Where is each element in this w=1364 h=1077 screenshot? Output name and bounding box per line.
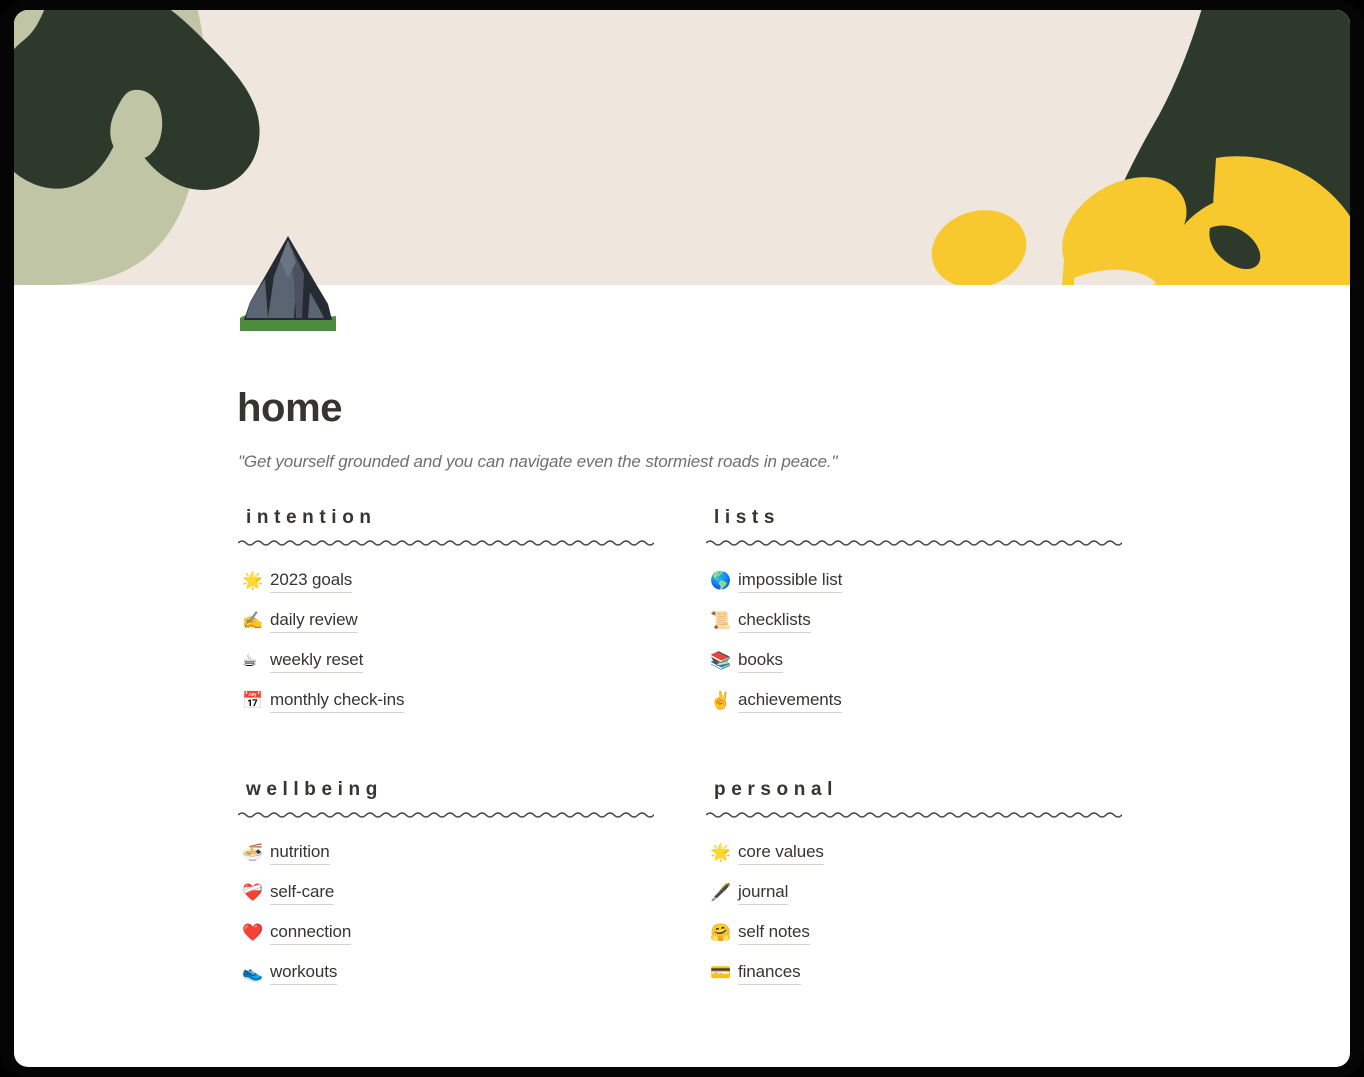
section-heading: wellbeing — [246, 779, 383, 800]
section-heading: lists — [714, 507, 781, 528]
page-link[interactable]: core values — [738, 842, 824, 865]
page-link[interactable]: self-care — [270, 882, 334, 905]
page-title: home — [237, 386, 343, 430]
list-item[interactable]: 🖋️ journal — [706, 873, 1122, 913]
list-item[interactable]: ✍️ daily review — [238, 601, 654, 641]
page-link[interactable]: books — [738, 650, 783, 673]
section-lists: lists 🌎 impossible list 📜 checklists 📚 b… — [706, 507, 1122, 721]
page-link[interactable]: nutrition — [270, 842, 330, 865]
calendar-icon: 📅 — [242, 690, 264, 711]
page-link[interactable]: achievements — [738, 690, 842, 713]
hugging-face-icon: 🤗 — [710, 922, 732, 943]
list-item[interactable]: 📅 monthly check-ins — [238, 681, 654, 721]
section-heading: intention — [246, 507, 377, 528]
page-link[interactable]: finances — [738, 962, 801, 985]
globe-americas-icon: 🌎 — [710, 570, 732, 591]
writing-hand-icon: ✍️ — [242, 610, 264, 631]
credit-card-icon: 💳 — [710, 962, 732, 983]
page-link[interactable]: connection — [270, 922, 351, 945]
list-item[interactable]: 💳 finances — [706, 953, 1122, 993]
window-frame: home "Get yourself grounded and you can … — [0, 0, 1364, 1077]
wavy-divider — [238, 540, 654, 546]
page-link[interactable]: journal — [738, 882, 788, 905]
page-link[interactable]: monthly check-ins — [270, 690, 404, 713]
list-item[interactable]: 🍜 nutrition — [238, 833, 654, 873]
list-item[interactable]: 🌟 2023 goals — [238, 561, 654, 601]
mountain-glyph — [240, 236, 336, 331]
red-heart-icon: ❤️ — [242, 922, 264, 943]
list-item[interactable]: 👟 workouts — [238, 953, 654, 993]
mending-heart-icon: ❤️‍🩹 — [242, 882, 264, 903]
notion-page: home "Get yourself grounded and you can … — [14, 10, 1350, 1067]
page-link[interactable]: checklists — [738, 610, 811, 633]
section-heading: personal — [714, 779, 838, 800]
mountain-icon[interactable] — [238, 232, 338, 332]
list-item[interactable]: ❤️‍🩹 self-care — [238, 873, 654, 913]
page-quote: "Get yourself grounded and you can navig… — [238, 452, 838, 471]
victory-hand-icon: ✌️ — [710, 690, 732, 711]
section-personal: personal 🌟 core values 🖋️ journal 🤗 self… — [706, 779, 1122, 993]
page-link[interactable]: 2023 goals — [270, 570, 352, 593]
books-icon: 📚 — [710, 650, 732, 671]
wavy-divider — [706, 812, 1122, 818]
running-shoe-icon: 👟 — [242, 962, 264, 983]
cover-artwork — [14, 10, 1350, 285]
page-link[interactable]: impossible list — [738, 570, 842, 593]
page-link[interactable]: daily review — [270, 610, 358, 633]
list-item[interactable]: 📚 books — [706, 641, 1122, 681]
list-item[interactable]: 🌟 core values — [706, 833, 1122, 873]
wavy-divider — [706, 540, 1122, 546]
page-cover-image[interactable] — [14, 10, 1350, 285]
list-item[interactable]: ✌️ achievements — [706, 681, 1122, 721]
list-item[interactable]: ☕ weekly reset — [238, 641, 654, 681]
page-link[interactable]: weekly reset — [270, 650, 363, 673]
section-wellbeing: wellbeing 🍜 nutrition ❤️‍🩹 self-care ❤️ … — [238, 779, 654, 993]
wavy-divider — [238, 812, 654, 818]
fountain-pen-icon: 🖋️ — [710, 882, 732, 903]
list-item[interactable]: ❤️ connection — [238, 913, 654, 953]
section-intention: intention 🌟 2023 goals ✍️ daily review ☕… — [238, 507, 654, 721]
page-link[interactable]: workouts — [270, 962, 337, 985]
glowing-star-icon: 🌟 — [710, 842, 732, 863]
list-item[interactable]: 📜 checklists — [706, 601, 1122, 641]
list-item[interactable]: 🌎 impossible list — [706, 561, 1122, 601]
glowing-star-icon: 🌟 — [242, 570, 264, 591]
scroll-icon: 📜 — [710, 610, 732, 631]
steaming-bowl-icon: 🍜 — [242, 842, 264, 863]
list-item[interactable]: 🤗 self notes — [706, 913, 1122, 953]
page-link[interactable]: self notes — [738, 922, 810, 945]
hot-beverage-icon: ☕ — [242, 650, 258, 671]
